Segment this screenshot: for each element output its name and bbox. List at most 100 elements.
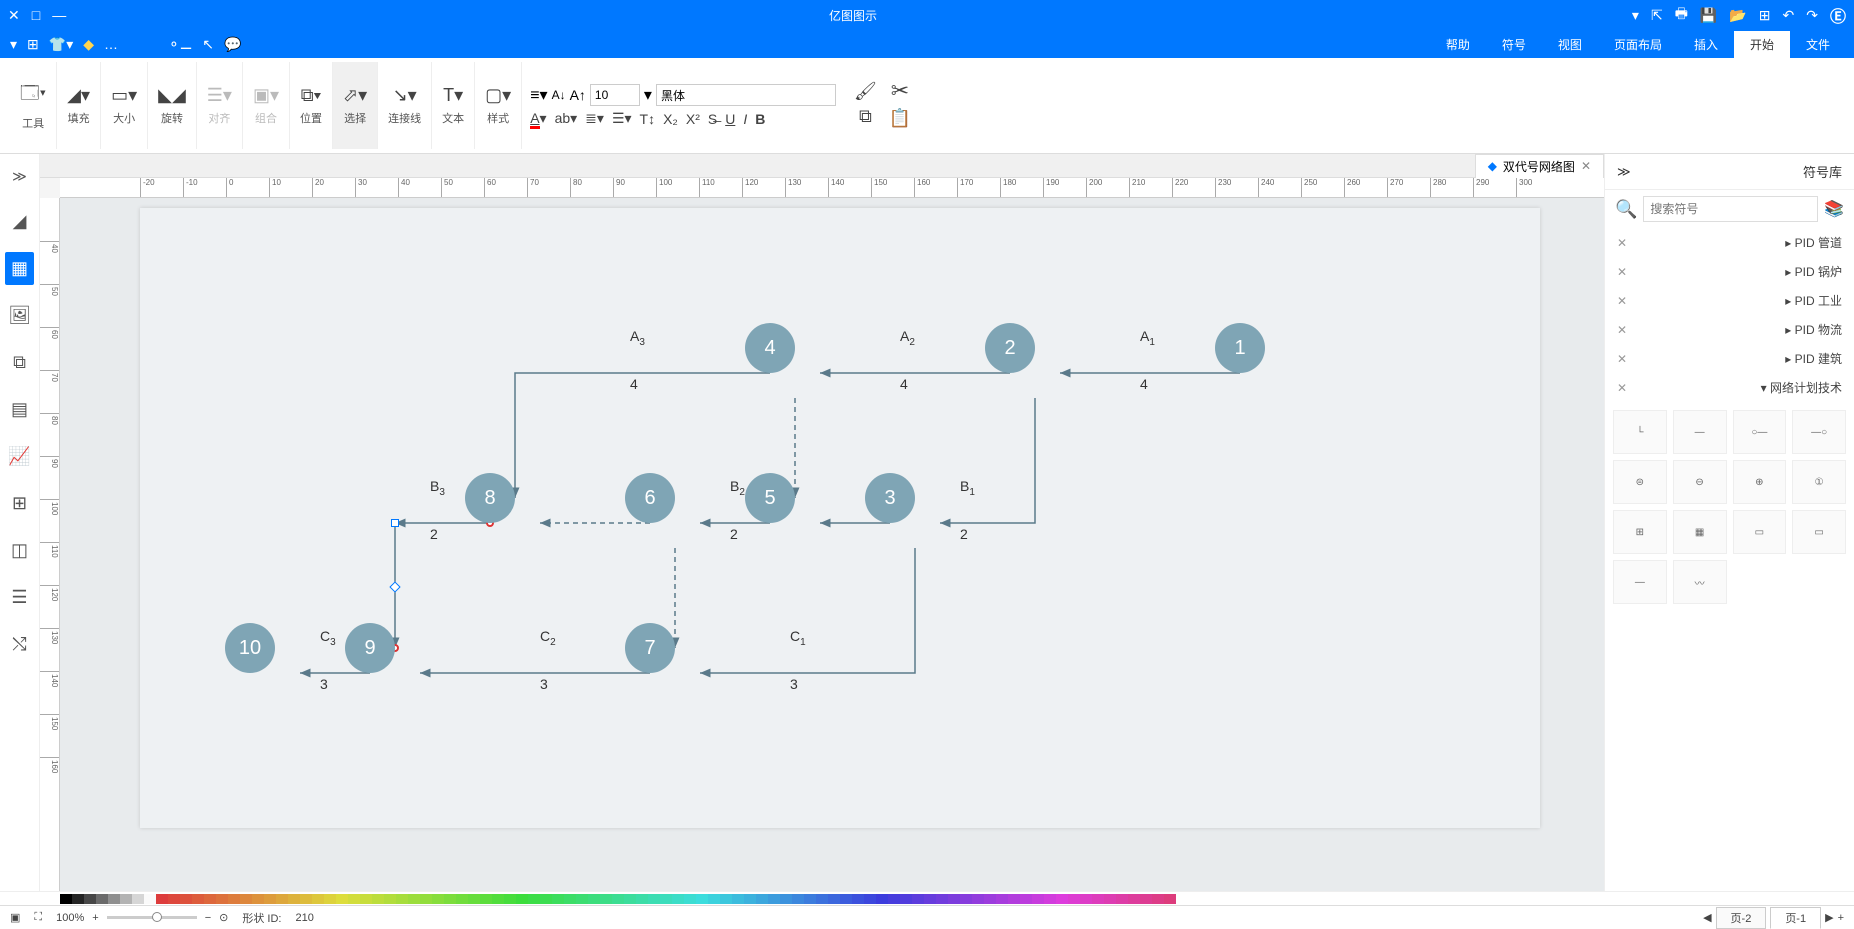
color-swatch[interactable] xyxy=(1128,894,1140,904)
color-swatch[interactable] xyxy=(900,894,912,904)
symbol-category[interactable]: ✕▸ PID 物流 xyxy=(1605,315,1854,344)
shape-item[interactable]: ⊞ xyxy=(1613,510,1667,554)
layers-icon[interactable]: ⧉ xyxy=(7,346,32,379)
tab-layout[interactable]: 页面布局 xyxy=(1598,31,1678,58)
color-swatch[interactable] xyxy=(300,894,312,904)
color-swatch[interactable] xyxy=(732,894,744,904)
close-tab-icon[interactable]: ✕ xyxy=(1581,159,1591,173)
color-swatch[interactable] xyxy=(924,894,936,904)
color-swatch[interactable] xyxy=(480,894,492,904)
shape-item[interactable]: 〰 xyxy=(1673,560,1727,604)
color-swatch[interactable] xyxy=(204,894,216,904)
share-icon[interactable]: ⚬⚊ xyxy=(168,36,192,53)
color-swatch[interactable] xyxy=(84,894,96,904)
color-swatch[interactable] xyxy=(528,894,540,904)
color-swatch[interactable] xyxy=(588,894,600,904)
page-nav-icon[interactable]: ◀ xyxy=(1703,911,1711,924)
page-tab-2[interactable]: 页-2 xyxy=(1716,907,1767,929)
color-swatch[interactable] xyxy=(876,894,888,904)
list-icon[interactable]: ☰ xyxy=(5,581,33,614)
color-swatch[interactable] xyxy=(684,894,696,904)
color-swatch[interactable] xyxy=(648,894,660,904)
zoom-in-icon[interactable]: + xyxy=(92,912,98,924)
zoom-out-icon[interactable]: − xyxy=(205,912,211,924)
edge-label-top[interactable]: C3 xyxy=(320,628,336,648)
color-swatch[interactable] xyxy=(144,894,156,904)
shape-item[interactable]: ▭ xyxy=(1733,510,1787,554)
diagram-node[interactable]: 8 xyxy=(465,473,515,523)
text-direction-icon[interactable]: T↕ xyxy=(640,111,656,127)
color-swatch[interactable] xyxy=(1104,894,1116,904)
shirt-icon[interactable]: 👕▾ xyxy=(49,36,73,53)
color-swatch[interactable] xyxy=(744,894,756,904)
color-swatch[interactable] xyxy=(1080,894,1092,904)
subscript-icon[interactable]: X₂ xyxy=(663,111,678,127)
superscript-icon[interactable]: X² xyxy=(686,111,700,127)
symbol-category[interactable]: ✕▸ PID 建筑 xyxy=(1605,344,1854,373)
comment-icon[interactable]: 💬 xyxy=(224,36,241,53)
color-swatch[interactable] xyxy=(396,894,408,904)
color-swatch[interactable] xyxy=(156,894,168,904)
color-swatch[interactable] xyxy=(996,894,1008,904)
shuffle-icon[interactable]: ⤭ xyxy=(6,628,32,661)
color-swatch[interactable] xyxy=(600,894,612,904)
font-color-icon[interactable]: A▾ xyxy=(530,110,546,127)
diagram-node[interactable]: 9 xyxy=(345,623,395,673)
color-swatch[interactable] xyxy=(180,894,192,904)
color-swatch[interactable] xyxy=(468,894,480,904)
edge-label-top[interactable]: A3 xyxy=(630,328,645,348)
edge-label-bottom[interactable]: 3 xyxy=(540,676,548,692)
color-swatch[interactable] xyxy=(696,894,708,904)
color-swatch[interactable] xyxy=(72,894,84,904)
shape-item[interactable]: ⊕ xyxy=(1733,460,1787,504)
color-swatch[interactable] xyxy=(660,894,672,904)
color-swatch[interactable] xyxy=(420,894,432,904)
format-painter-icon[interactable]: 🖌 xyxy=(854,81,877,102)
color-swatch[interactable] xyxy=(720,894,732,904)
color-swatch[interactable] xyxy=(804,894,816,904)
color-swatch[interactable] xyxy=(216,894,228,904)
paint-bucket-icon[interactable]: ◢ xyxy=(7,205,33,238)
color-swatch[interactable] xyxy=(852,894,864,904)
bullets-icon[interactable]: ≣▾ xyxy=(585,110,604,127)
size-icon[interactable]: ▭▾ xyxy=(111,85,137,106)
color-swatch[interactable] xyxy=(516,894,528,904)
diagram-node[interactable]: 4 xyxy=(745,323,795,373)
color-swatch[interactable] xyxy=(60,894,72,904)
symbol-category[interactable]: ✕▸ PID 管道 xyxy=(1605,228,1854,257)
remove-category-icon[interactable]: ✕ xyxy=(1617,381,1627,395)
shape-item[interactable]: ▦ xyxy=(1673,510,1727,554)
diagram-node[interactable]: 1 xyxy=(1215,323,1265,373)
edge-label-bottom[interactable]: 4 xyxy=(900,376,908,392)
color-swatch[interactable] xyxy=(672,894,684,904)
color-swatch[interactable] xyxy=(636,894,648,904)
highlight-icon[interactable]: ab▾ xyxy=(555,110,578,127)
color-swatch[interactable] xyxy=(828,894,840,904)
color-swatch[interactable] xyxy=(168,894,180,904)
save-icon[interactable]: 💾 xyxy=(1700,7,1717,24)
color-swatch[interactable] xyxy=(792,894,804,904)
font-size-input[interactable] xyxy=(590,84,640,106)
color-swatch[interactable] xyxy=(708,894,720,904)
theme-dropdown-icon[interactable]: ▾ xyxy=(10,36,17,53)
shape-item[interactable]: — xyxy=(1673,410,1727,454)
color-swatch[interactable] xyxy=(492,894,504,904)
font-size-up-icon[interactable]: A↑ xyxy=(570,87,586,103)
cursor-icon[interactable]: ↖ xyxy=(202,36,214,53)
shape-item[interactable]: ○— xyxy=(1733,410,1787,454)
diagram-node[interactable]: 2 xyxy=(985,323,1035,373)
tab-start[interactable]: 开始 xyxy=(1734,31,1790,58)
page-tab-1[interactable]: 页-1 xyxy=(1770,907,1821,929)
color-swatch[interactable] xyxy=(336,894,348,904)
shape-item[interactable]: └ xyxy=(1613,410,1667,454)
edge-label-bottom[interactable]: 4 xyxy=(630,376,638,392)
collapse-right-icon[interactable]: ≫ xyxy=(1617,164,1631,180)
paste-icon[interactable]: 📋 xyxy=(889,108,911,129)
color-swatch[interactable] xyxy=(348,894,360,904)
open-icon[interactable]: 📂 xyxy=(1729,7,1746,24)
add-page-icon[interactable]: + xyxy=(1838,912,1844,924)
maximize-icon[interactable]: □ xyxy=(32,7,40,24)
color-swatch[interactable] xyxy=(1164,894,1176,904)
color-swatch[interactable] xyxy=(108,894,120,904)
canvas[interactable]: 12345678910A14A24A34B12B22B32C13C23C33 xyxy=(60,198,1604,891)
